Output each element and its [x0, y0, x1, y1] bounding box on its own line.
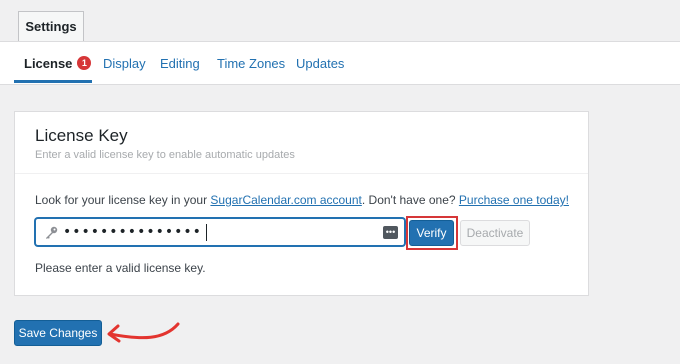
card-title: License Key — [35, 126, 128, 145]
validation-message: Please enter a valid license key. — [35, 261, 206, 275]
license-key-input[interactable]: ••••••••••••••• ••• — [35, 218, 405, 246]
subtab-updates[interactable]: Updates — [296, 42, 344, 84]
subtab-time-zones[interactable]: Time Zones — [217, 42, 285, 84]
deactivate-button[interactable]: Deactivate — [460, 220, 530, 246]
settings-subnav: License 1 Display Editing Time Zones Upd… — [0, 42, 680, 85]
active-tab-indicator — [14, 80, 92, 83]
key-icon — [46, 226, 58, 239]
subtab-display[interactable]: Display — [103, 42, 146, 84]
help-text-middle: . Don't have one? — [361, 193, 459, 207]
password-manager-icon[interactable]: ••• — [383, 226, 398, 239]
annotation-arrow-icon — [107, 322, 180, 343]
tab-settings[interactable]: Settings — [18, 11, 84, 41]
card-header: License Key Enter a valid license key to… — [15, 112, 588, 174]
subtab-editing[interactable]: Editing — [160, 42, 200, 84]
help-text: Look for your license key in your SugarC… — [35, 193, 569, 207]
purchase-link[interactable]: Purchase one today! — [459, 193, 569, 207]
account-link[interactable]: SugarCalendar.com account — [210, 193, 361, 207]
settings-header: Settings — [0, 0, 680, 42]
notification-badge: 1 — [77, 56, 92, 70]
license-key-card: License Key Enter a valid license key to… — [14, 111, 589, 296]
help-text-prefix: Look for your license key in your — [35, 193, 211, 207]
subtab-license-label: License — [24, 55, 73, 71]
verify-button[interactable]: Verify — [409, 220, 454, 246]
card-subtitle: Enter a valid license key to enable auto… — [35, 149, 295, 161]
text-cursor — [206, 224, 207, 241]
license-key-value: ••••••••••••••• — [63, 224, 202, 240]
save-changes-button[interactable]: Save Changes — [14, 320, 102, 346]
subtab-license[interactable]: License 1 — [24, 42, 92, 84]
